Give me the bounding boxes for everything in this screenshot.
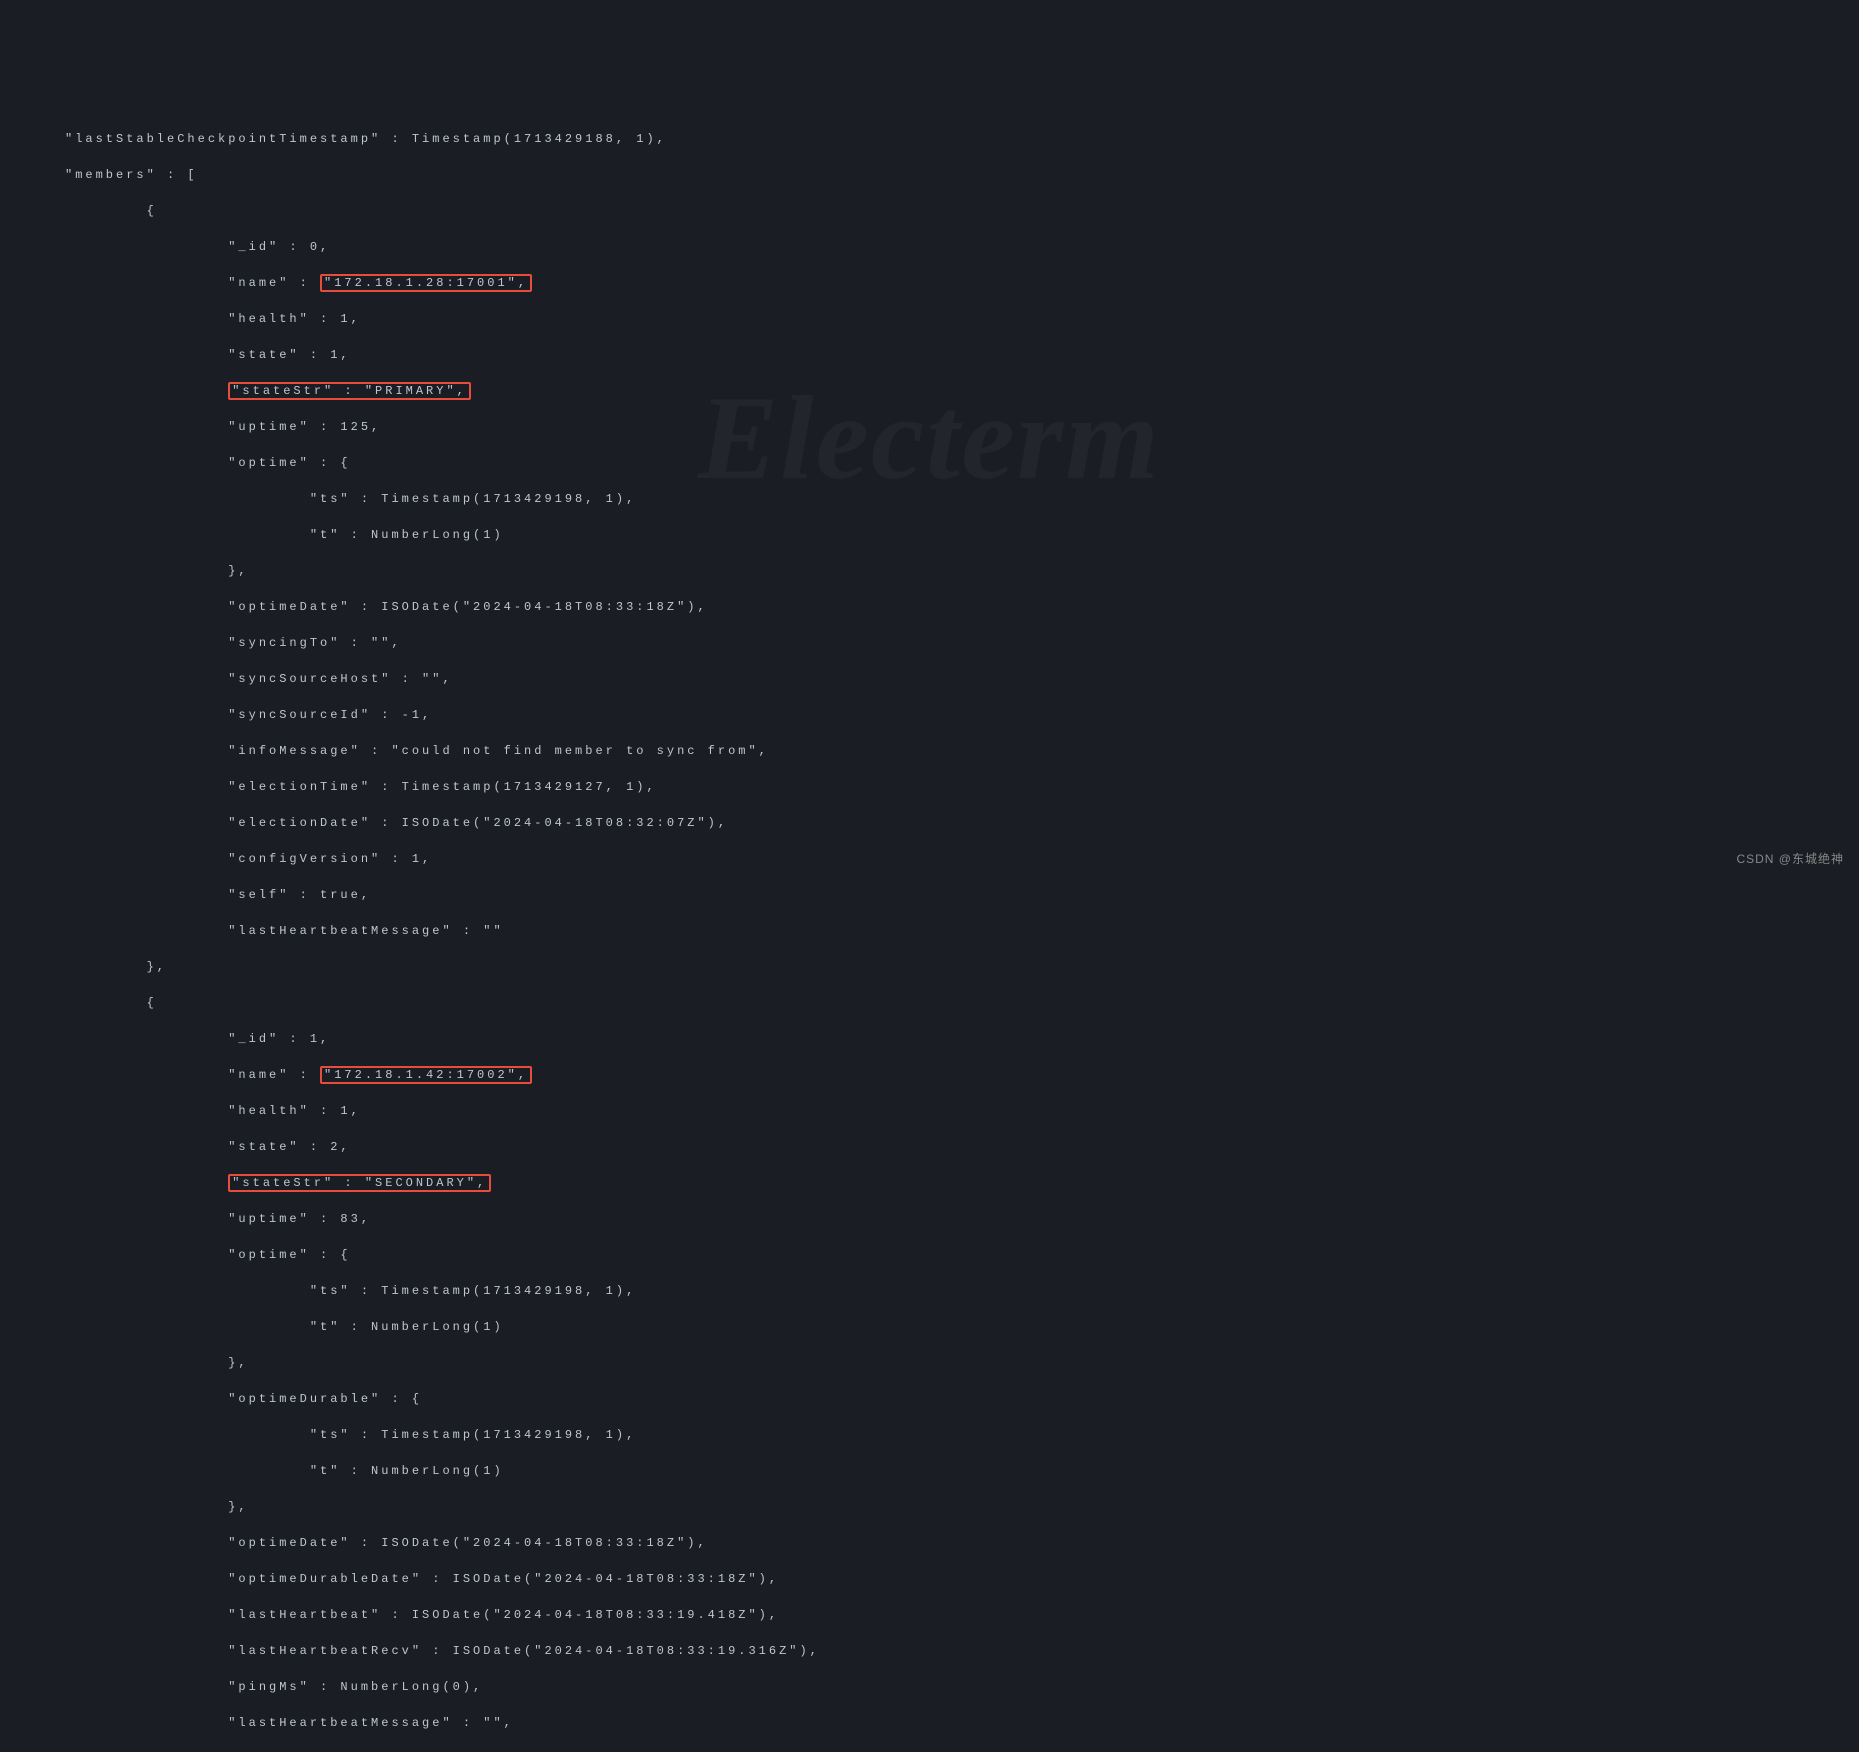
code-line: "_id" : 0,	[65, 238, 1839, 256]
code-line: "_id" : 1,	[65, 1030, 1839, 1048]
code-text: "name" :	[65, 1068, 320, 1082]
code-line: "ts" : Timestamp(1713429198, 1),	[65, 490, 1839, 508]
code-line: "health" : 1,	[65, 310, 1839, 328]
code-line: "pingMs" : NumberLong(0),	[65, 1678, 1839, 1696]
code-line: "ts" : Timestamp(1713429198, 1),	[65, 1426, 1839, 1444]
code-line: "stateStr" : "PRIMARY",	[65, 382, 1839, 400]
code-line: "lastHeartbeatMessage" : ""	[65, 922, 1839, 940]
code-line: "health" : 1,	[65, 1102, 1839, 1120]
code-line: "optimeDate" : ISODate("2024-04-18T08:33…	[65, 1534, 1839, 1552]
code-line: "lastHeartbeatMessage" : "",	[65, 1714, 1839, 1732]
code-line: "electionTime" : Timestamp(1713429127, 1…	[65, 778, 1839, 796]
code-line: "infoMessage" : "could not find member t…	[65, 742, 1839, 760]
code-line: "optime" : {	[65, 454, 1839, 472]
highlight-state-primary: "stateStr" : "PRIMARY",	[228, 382, 471, 400]
code-line: "uptime" : 83,	[65, 1210, 1839, 1228]
code-line: "name" : "172.18.1.28:17001",	[65, 274, 1839, 292]
code-line: "syncingTo" : "",	[65, 634, 1839, 652]
code-line: "lastHeartbeatRecv" : ISODate("2024-04-1…	[65, 1642, 1839, 1660]
code-line: "t" : NumberLong(1)	[65, 1462, 1839, 1480]
code-line: "syncSourceId" : -1,	[65, 706, 1839, 724]
code-text	[65, 384, 228, 398]
code-text	[65, 1176, 228, 1190]
code-line: "members" : [	[65, 166, 1839, 184]
code-line: "stateStr" : "SECONDARY",	[65, 1174, 1839, 1192]
code-line: "optimeDurableDate" : ISODate("2024-04-1…	[65, 1570, 1839, 1588]
code-line: "self" : true,	[65, 886, 1839, 904]
code-text: "name" :	[65, 276, 320, 290]
terminal-output: "lastStableCheckpointTimestamp" : Timest…	[65, 112, 1839, 1752]
code-line: "configVersion" : 1,	[65, 850, 1839, 868]
code-line: {	[65, 994, 1839, 1012]
highlight-name-primary: "172.18.1.28:17001",	[320, 274, 532, 292]
code-line: "lastHeartbeat" : ISODate("2024-04-18T08…	[65, 1606, 1839, 1624]
code-line: "name" : "172.18.1.42:17002",	[65, 1066, 1839, 1084]
code-line: "lastStableCheckpointTimestamp" : Timest…	[65, 130, 1839, 148]
code-line: },	[65, 958, 1839, 976]
code-line: "state" : 2,	[65, 1138, 1839, 1156]
code-line: "t" : NumberLong(1)	[65, 526, 1839, 544]
code-line: "optimeDate" : ISODate("2024-04-18T08:33…	[65, 598, 1839, 616]
highlight-state-secondary: "stateStr" : "SECONDARY",	[228, 1174, 491, 1192]
code-line: "state" : 1,	[65, 346, 1839, 364]
code-line: },	[65, 1354, 1839, 1372]
code-line: },	[65, 1498, 1839, 1516]
code-line: "electionDate" : ISODate("2024-04-18T08:…	[65, 814, 1839, 832]
code-line: "optimeDurable" : {	[65, 1390, 1839, 1408]
code-line: },	[65, 562, 1839, 580]
highlight-name-secondary: "172.18.1.42:17002",	[320, 1066, 532, 1084]
code-line: "optime" : {	[65, 1246, 1839, 1264]
code-line: "syncingTo" : "172.18.1.28:17001",	[65, 1750, 1839, 1752]
code-line: "uptime" : 125,	[65, 418, 1839, 436]
code-line: "ts" : Timestamp(1713429198, 1),	[65, 1282, 1839, 1300]
code-line: {	[65, 202, 1839, 220]
code-line: "t" : NumberLong(1)	[65, 1318, 1839, 1336]
code-line: "syncSourceHost" : "",	[65, 670, 1839, 688]
